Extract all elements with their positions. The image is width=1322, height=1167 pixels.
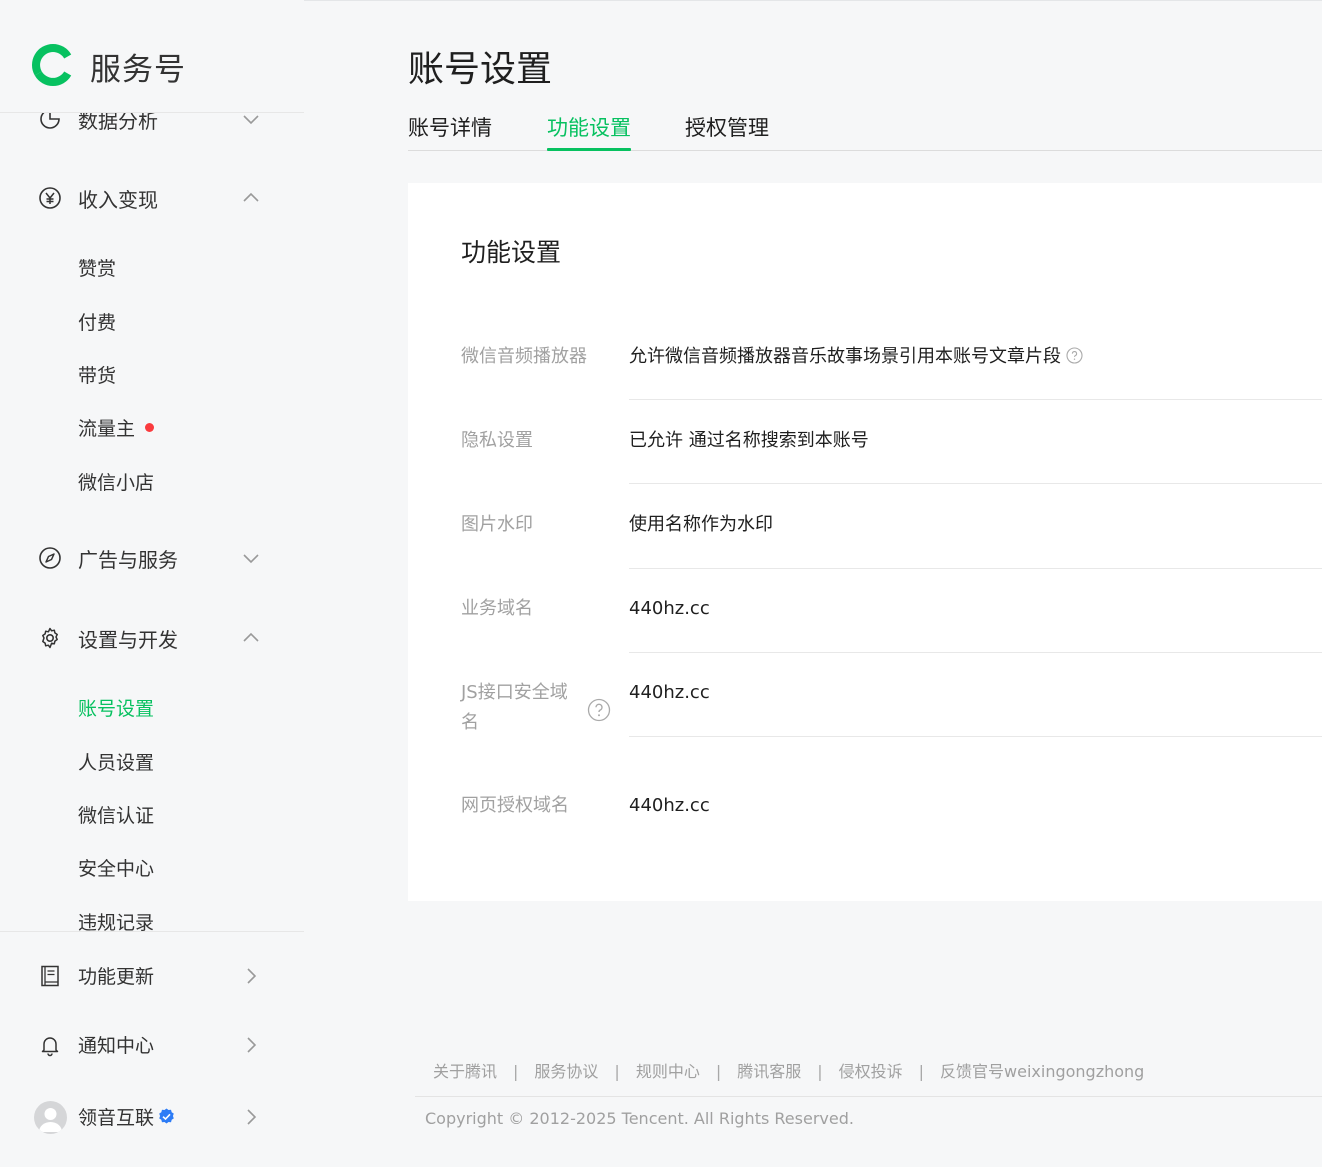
footer-link-about[interactable]: 关于腾讯 bbox=[433, 1062, 497, 1081]
help-icon[interactable] bbox=[1066, 346, 1083, 364]
sidebar-divider bbox=[0, 931, 304, 932]
row-label: JS接口安全域名 bbox=[461, 682, 568, 733]
chevron-right-icon bbox=[247, 1037, 257, 1053]
row-value: 440hz.cc bbox=[629, 682, 710, 703]
row-value-text: 允许微信音频播放器音乐故事场景引用本账号文章片段 bbox=[629, 346, 1061, 367]
row-label: 图片水印 bbox=[461, 514, 533, 535]
footer-separator: | bbox=[918, 1062, 925, 1081]
tab-authorization[interactable]: 授权管理 bbox=[685, 112, 769, 150]
row-value: 440hz.cc bbox=[629, 795, 710, 816]
sidebar-item-reward[interactable]: 赞赏 bbox=[78, 254, 116, 281]
sidebar-item-label: 流量主 bbox=[78, 418, 136, 440]
bell-icon bbox=[41, 1037, 59, 1057]
nav-label: 通知中心 bbox=[78, 1035, 155, 1057]
row-divider bbox=[629, 736, 1322, 737]
nav-section-monetization[interactable]: 收入变现 bbox=[0, 178, 304, 218]
card-title: 功能设置 bbox=[461, 238, 562, 267]
row-label: 隐私设置 bbox=[461, 430, 533, 451]
row-value: 已允许 通过名称搜索到本账号 bbox=[629, 430, 869, 451]
account-name-wrap: 领音互联 bbox=[78, 1103, 175, 1130]
row-label: 业务域名 bbox=[461, 598, 533, 619]
footer-links: 关于腾讯 | 服务协议 | 规则中心 | 腾讯客服 | 侵权投诉 | 反馈官号weixingongz… bbox=[433, 1058, 1144, 1082]
footer-link-rules[interactable]: 规则中心 bbox=[636, 1062, 700, 1081]
verified-badge-icon bbox=[159, 1108, 174, 1124]
copyright: Copyright © 2012-2025 Tencent. All Right… bbox=[425, 1109, 854, 1128]
footer-separator: | bbox=[513, 1062, 519, 1081]
row-divider bbox=[629, 568, 1322, 569]
book-icon bbox=[41, 965, 59, 987]
footer-link-feedback[interactable]: 反馈官号weixingongzhong bbox=[940, 1062, 1144, 1081]
row-divider bbox=[629, 483, 1322, 484]
brand-header[interactable]: 服务号( bbox=[0, 0, 304, 113]
nav-account-profile[interactable]: 领音互联 bbox=[0, 1097, 304, 1137]
chevron-right-icon bbox=[247, 1109, 257, 1125]
tab-feature-settings[interactable]: 功能设置 bbox=[547, 112, 631, 151]
footer-link-support[interactable]: 腾讯客服 bbox=[737, 1062, 801, 1081]
footer-separator: | bbox=[614, 1062, 620, 1081]
settings-card: 功能设置 微信音频播放器 允许微信音频播放器音乐故事场景引用本账号文章片段 隐私… bbox=[408, 183, 1322, 901]
nav-label: 功能更新 bbox=[78, 966, 155, 988]
account-name: 领音互联 bbox=[78, 1107, 155, 1129]
row-value: 使用名称作为水印 bbox=[629, 514, 773, 535]
gear-icon bbox=[42, 627, 58, 649]
sidebar-item-paid[interactable]: 付费 bbox=[78, 308, 116, 335]
sidebar-item-commerce[interactable]: 带货 bbox=[78, 361, 116, 388]
notification-dot bbox=[145, 423, 155, 432]
service-account-logo-icon bbox=[31, 43, 72, 87]
nav-section-ads-services[interactable]: 广告与服务 bbox=[0, 538, 304, 578]
chevron-right-icon bbox=[247, 968, 257, 984]
sidebar-item-wechat-verify[interactable]: 微信认证 bbox=[78, 801, 154, 828]
tab-account-details[interactable]: 账号详情 bbox=[408, 112, 492, 150]
sidebar-item-wechat-shop[interactable]: 微信小店 bbox=[78, 468, 154, 495]
chevron-down-icon bbox=[243, 554, 259, 564]
footer-link-infringement[interactable]: 侵权投诉 bbox=[839, 1062, 903, 1081]
chevron-up-icon bbox=[243, 192, 259, 202]
footer-link-terms[interactable]: 服务协议 bbox=[534, 1062, 598, 1081]
brand-name: 服务号( bbox=[90, 52, 188, 88]
tab-bar: 账号详情 功能设置 授权管理 bbox=[408, 112, 1322, 151]
chevron-up-icon bbox=[243, 632, 259, 642]
footer-divider bbox=[415, 1096, 1322, 1097]
compass-icon bbox=[39, 547, 61, 569]
page-title: 账号设置 bbox=[408, 49, 553, 90]
row-label: 网页授权域名 bbox=[461, 795, 569, 816]
yen-circle-icon bbox=[39, 187, 61, 209]
nav-section-settings-dev[interactable]: 设置与开发 bbox=[0, 618, 304, 658]
row-divider bbox=[629, 399, 1322, 400]
sidebar-item-security-center[interactable]: 安全中心 bbox=[78, 854, 154, 881]
nav-section-label: 广告与服务 bbox=[78, 548, 178, 572]
sidebar-item-staff-settings[interactable]: 人员设置 bbox=[78, 748, 154, 775]
nav-section-label: 收入变现 bbox=[78, 188, 158, 212]
nav-section-label: 设置与开发 bbox=[78, 628, 178, 652]
nav-feature-updates[interactable]: 功能更新 bbox=[0, 956, 304, 996]
row-value: 允许微信音频播放器音乐故事场景引用本账号文章片段 bbox=[629, 342, 1083, 372]
row-value: 440hz.cc bbox=[629, 598, 710, 619]
sidebar-item-account-settings[interactable]: 账号设置 bbox=[78, 694, 154, 721]
footer-separator: | bbox=[817, 1062, 823, 1081]
footer-separator: | bbox=[715, 1062, 722, 1081]
nav-notification-center[interactable]: 通知中心 bbox=[0, 1025, 304, 1065]
row-label: 微信音频播放器 bbox=[461, 346, 587, 367]
help-icon[interactable] bbox=[587, 698, 611, 722]
row-divider bbox=[629, 652, 1322, 653]
sidebar-item-traffic-host[interactable]: 流量主 bbox=[78, 414, 155, 441]
sidebar: 数据分析 服务号( 收入变现 赞赏 付费 带货 流量主 微信小店 bbox=[0, 0, 304, 1167]
